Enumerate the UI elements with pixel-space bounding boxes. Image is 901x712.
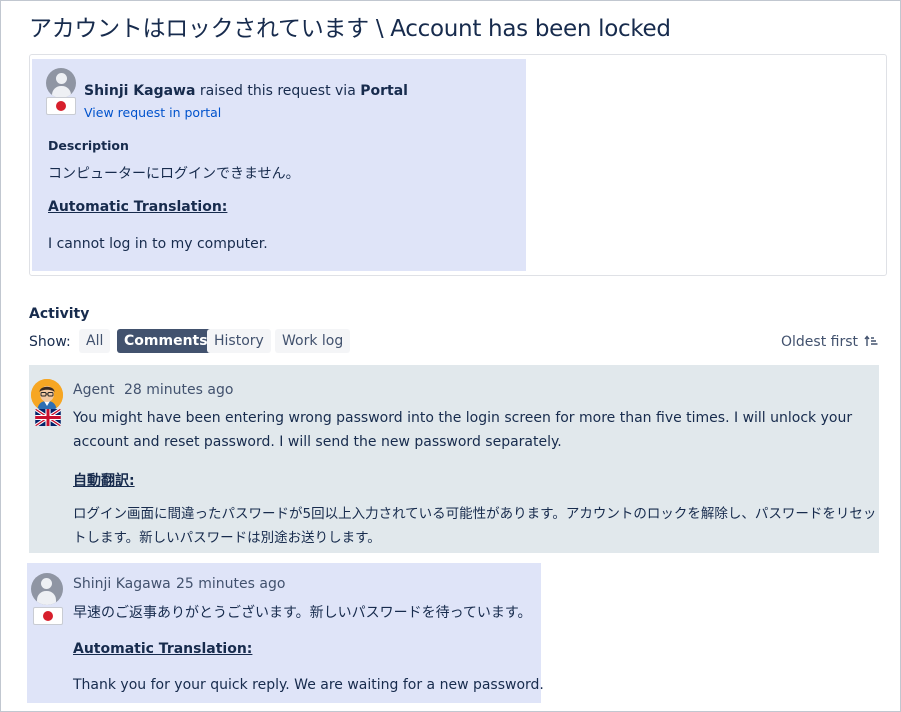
reporter-name[interactable]: Shinji Kagawa [84,83,195,99]
automatic-translation-label: Automatic Translation: [48,199,228,215]
comment-customer: Shinji Kagawa 25 minutes ago 早速のご返事ありがとう… [27,563,544,703]
comment-timestamp[interactable]: 28 minutes ago [124,382,233,398]
comment-translation-label: Automatic Translation: [73,641,253,657]
reporter-avatar[interactable] [46,68,76,98]
japan-flag-icon [33,607,63,625]
comment-author[interactable]: Agent [73,382,114,398]
description-label: Description [48,138,129,153]
sort-ascending-icon [864,335,878,346]
filter-all-button[interactable]: All [79,329,111,353]
japan-flag-sun [56,101,66,111]
activity-heading: Activity [29,306,90,322]
raised-by-line: Shinji Kagawa raised this request via Po… [84,83,408,99]
filter-work-log-button[interactable]: Work log [275,329,351,353]
comment-agent: Agent 28 minutes ago You might have been… [29,365,879,553]
avatar-body [37,591,56,605]
automatic-translation-text: I cannot log in to my computer. [48,236,268,252]
avatar-head [41,578,52,589]
page-title: アカウントはロックされています \ Account has been locke… [29,16,671,42]
japan-flag-icon [46,97,76,115]
agent-avatar-illustration [31,379,63,411]
raised-text: raised this request via [195,83,361,99]
comment-author[interactable]: Shinji Kagawa [73,576,171,592]
filter-comments-button[interactable]: Comments [117,329,215,353]
request-channel: Portal [360,83,408,99]
view-request-in-portal-link[interactable]: View request in portal [84,105,221,120]
show-label: Show: [29,334,71,350]
uk-flag-graphic [35,409,61,426]
comment-translation-text: Thank you for your quick reply. We are w… [73,677,544,693]
comment-translation-text: ログイン画面に間違ったパスワードが5回以上入力されている可能性があります。アカウ… [73,506,877,546]
japan-flag-sun [43,611,53,621]
customer-avatar[interactable] [31,573,63,605]
agent-avatar[interactable] [31,379,63,411]
comment-translation-label: 自動翻訳: [73,473,135,489]
avatar-head [56,73,67,84]
sort-order-button[interactable]: Oldest first [781,334,878,350]
request-translation-highlight: Shinji Kagawa raised this request via Po… [32,59,526,271]
description-text: コンピューターにログインできません。 [48,166,300,182]
comment-timestamp[interactable]: 25 minutes ago [176,576,285,592]
request-details-card: Shinji Kagawa raised this request via Po… [29,54,887,276]
sort-order-label: Oldest first [781,334,858,350]
filter-history-button[interactable]: History [207,329,271,353]
comment-body: 早速のご返事ありがとうございます。新しいパスワードを待っています。 [73,605,532,621]
uk-flag-icon [35,409,61,426]
comment-body: You might have been entering wrong passw… [73,410,853,450]
issue-view: アカウントはロックされています \ Account has been locke… [0,0,901,712]
